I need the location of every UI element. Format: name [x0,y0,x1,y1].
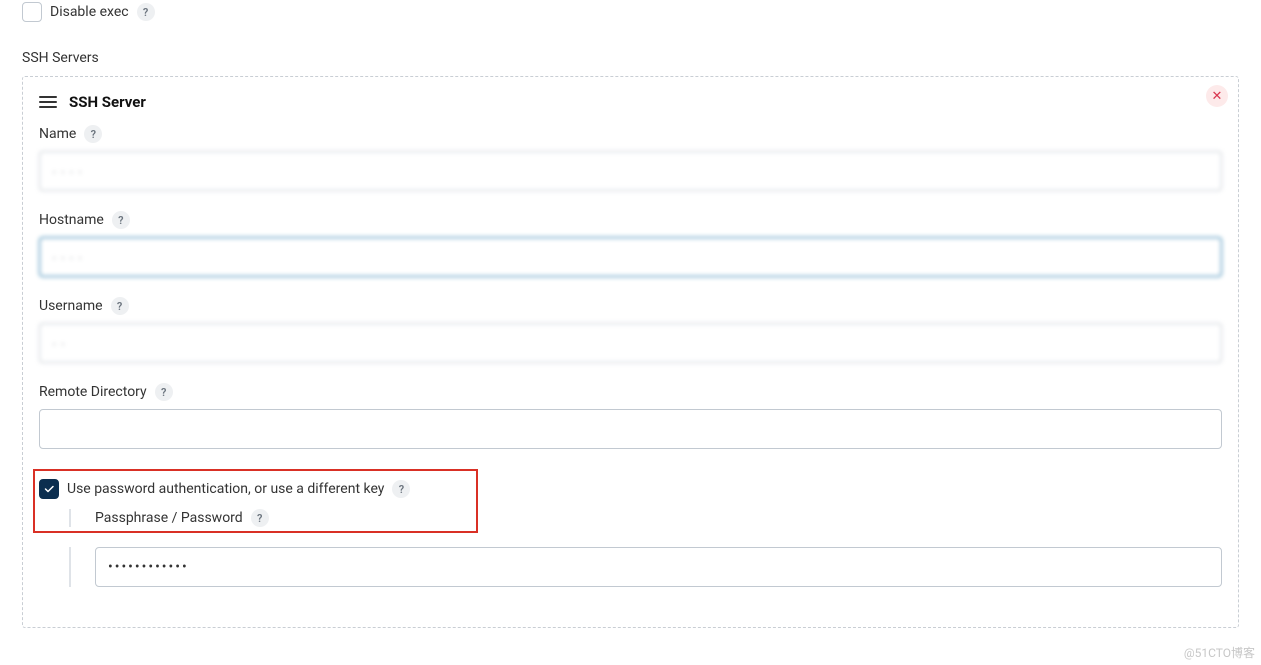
use-password-auth-checkbox[interactable] [39,479,59,499]
disable-exec-label: Disable exec [50,4,129,20]
ssh-server-panel: ✕ SSH Server Name ? Hostname ? [22,76,1239,628]
panel-title: SSH Server [69,93,146,111]
help-icon[interactable]: ? [392,480,410,498]
help-icon[interactable]: ? [137,3,155,21]
name-label: Name [39,126,76,142]
remove-server-button[interactable]: ✕ [1206,85,1228,107]
passphrase-label: Passphrase / Password [95,510,243,526]
username-input[interactable] [39,323,1222,363]
hostname-input[interactable] [39,237,1222,277]
help-icon[interactable]: ? [112,211,130,229]
ssh-servers-section-label: SSH Servers [22,50,1239,66]
remote-directory-input[interactable] [39,409,1222,449]
help-icon[interactable]: ? [111,297,129,315]
use-password-auth-label: Use password authentication, or use a di… [67,481,384,497]
help-icon[interactable]: ? [155,383,173,401]
help-icon[interactable]: ? [84,125,102,143]
close-icon: ✕ [1212,89,1223,104]
passphrase-input[interactable] [95,547,1222,587]
drag-handle-icon[interactable] [39,96,57,108]
remote-directory-label: Remote Directory [39,384,147,400]
highlight-box: Use password authentication, or use a di… [33,469,478,533]
disable-exec-checkbox[interactable] [22,2,42,22]
help-icon[interactable]: ? [251,509,269,527]
username-label: Username [39,298,103,314]
name-input[interactable] [39,151,1222,191]
hostname-label: Hostname [39,212,104,228]
